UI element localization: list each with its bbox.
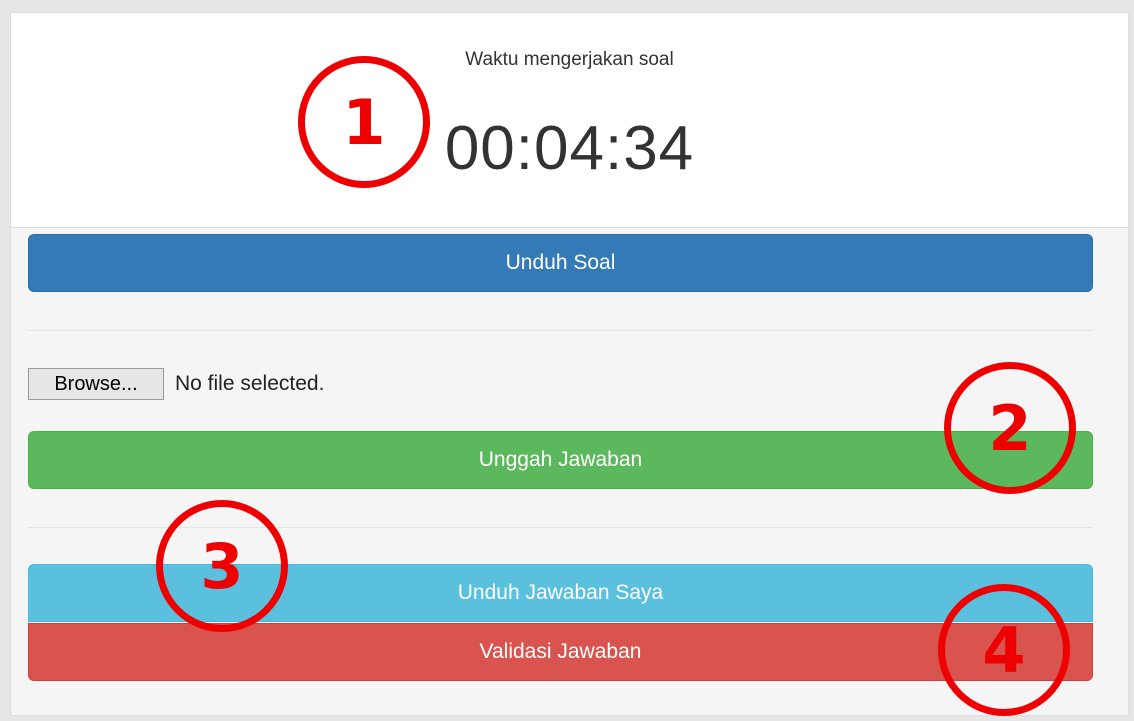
file-status: No file selected. (175, 372, 325, 395)
divider (28, 330, 1093, 331)
timer-label: Waktu mengerjakan soal (465, 49, 674, 70)
validate-answer-button[interactable]: Validasi Jawaban (28, 623, 1093, 681)
file-input[interactable]: Browse... No file selected. (28, 368, 324, 400)
annotation-marker-1: 1 (298, 56, 430, 188)
timer-box: Waktu mengerjakan soal 00:04:34 (11, 13, 1128, 228)
annotation-marker-3: 3 (156, 500, 288, 632)
browse-button[interactable]: Browse... (28, 368, 164, 400)
annotation-marker-2: 2 (944, 362, 1076, 494)
download-question-button[interactable]: Unduh Soal (28, 234, 1093, 292)
upload-answer-button[interactable]: Unggah Jawaban (28, 431, 1093, 489)
annotation-marker-4: 4 (938, 584, 1070, 716)
exam-page: Waktu mengerjakan soal 00:04:34 Unduh So… (0, 0, 1134, 721)
timer-value: 00:04:34 (444, 114, 695, 183)
